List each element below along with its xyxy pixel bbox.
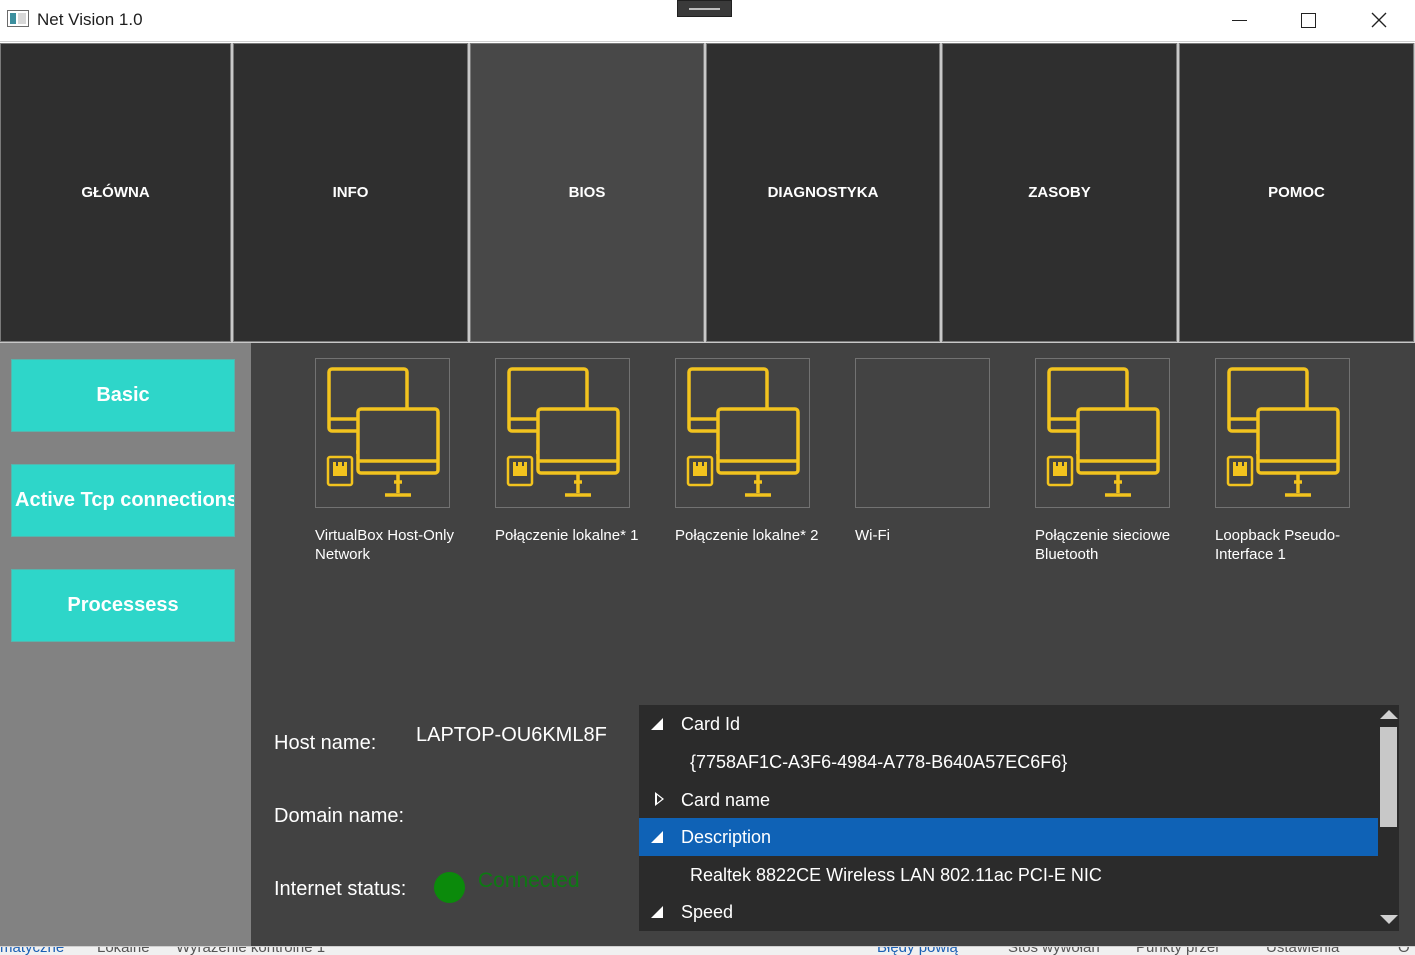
maximize-button[interactable] xyxy=(1273,0,1343,40)
network-adapter-icon xyxy=(675,358,810,508)
host-name-value: LAPTOP-OU6KML8F xyxy=(416,724,607,746)
scroll-down-arrow-icon[interactable] xyxy=(1380,915,1398,924)
domain-name-label: Domain name: xyxy=(274,805,405,827)
maximize-icon xyxy=(1300,12,1316,28)
window-title: Net Vision 1.0 xyxy=(37,10,143,29)
collapse-arrow-icon[interactable] xyxy=(649,904,671,920)
nav-tile-diagnostyka[interactable]: DIAGNOSTYKA xyxy=(706,43,940,342)
adapter-label: Połączenie sieciowe Bluetooth xyxy=(1035,527,1171,563)
bottom-tab[interactable]: Stos wywołań xyxy=(1008,947,1100,955)
tree-node-description[interactable]: Description xyxy=(639,818,1378,856)
sidebar: Basic Active Tcp connections Processess xyxy=(0,343,251,946)
tree-node-card-name[interactable]: Card name xyxy=(639,781,1378,819)
bottom-tab[interactable]: Wyrażenie kontrolne 1 xyxy=(176,947,325,955)
close-icon xyxy=(1371,12,1387,28)
tree-value-description[interactable]: Realtek 8822CE Wireless LAN 802.11ac PCI… xyxy=(639,856,1378,894)
vertical-scrollbar[interactable] xyxy=(1378,705,1399,931)
host-name-label: Host name: xyxy=(274,732,377,754)
tree-value-text: Realtek 8822CE Wireless LAN 802.11ac PCI… xyxy=(690,864,1102,885)
bottom-tab[interactable]: Błędy powią xyxy=(877,947,958,955)
tree-node-card-id[interactable]: Card Id xyxy=(639,705,1378,743)
status-indicator-icon xyxy=(434,872,465,903)
internet-status-value: Connected xyxy=(478,869,580,892)
collapse-arrow-icon[interactable] xyxy=(649,716,671,732)
adapter-card[interactable]: Połączenie lokalne* 1 xyxy=(495,358,655,545)
tree-node-speed[interactable]: Speed xyxy=(639,893,1378,931)
minimize-icon xyxy=(1231,19,1247,21)
bottom-tab[interactable]: Ustawienia xyxy=(1266,947,1339,955)
adapter-card[interactable]: Połączenie lokalne* 2 xyxy=(675,358,835,545)
adapter-card[interactable]: Wi-Fi xyxy=(855,358,1015,545)
nav-tile-bios[interactable]: BIOS xyxy=(470,43,704,342)
adapter-card[interactable]: Loopback Pseudo-Interface 1 xyxy=(1215,358,1375,564)
processes-button[interactable]: Processess xyxy=(11,569,235,642)
adapter-label: Połączenie lokalne* 1 xyxy=(495,527,639,544)
adapter-label: VirtualBox Host-Only Network xyxy=(315,527,454,563)
active-tcp-connections-button[interactable]: Active Tcp connections xyxy=(11,464,235,537)
adapter-card[interactable]: VirtualBox Host-Only Network xyxy=(315,358,475,564)
top-navigation: GŁÓWNA INFO BIOS DIAGNOSTYKA ZASOBY POMO… xyxy=(0,43,1415,343)
network-adapter-icon xyxy=(1215,358,1350,508)
adapter-label: Wi-Fi xyxy=(855,527,890,544)
collapse-arrow-icon[interactable] xyxy=(649,829,671,845)
scrollbar-thumb[interactable] xyxy=(1380,727,1397,827)
bottom-tab[interactable]: Punkty przer xyxy=(1136,947,1220,955)
close-button[interactable] xyxy=(1344,0,1414,40)
adapter-card[interactable]: Połączenie sieciowe Bluetooth xyxy=(1035,358,1195,564)
tree-value-text: {7758AF1C-A3F6-4984-A778-B640A57EC6F6} xyxy=(690,751,1068,772)
tree-node-label: Description xyxy=(681,826,772,847)
app-icon xyxy=(7,10,29,27)
basic-button[interactable]: Basic xyxy=(11,359,235,432)
main-panel: VirtualBox Host-Only Network Połączenie … xyxy=(251,343,1415,946)
adapter-details-tree[interactable]: Card Id {7758AF1C-A3F6-4984-A778-B640A57… xyxy=(639,705,1399,931)
tree-node-label: Card name xyxy=(681,789,771,810)
tree-node-label: Speed xyxy=(681,901,734,922)
network-adapter-icon xyxy=(315,358,450,508)
drag-handle[interactable] xyxy=(677,0,732,17)
internet-status-label: Internet status: xyxy=(274,878,407,900)
title-bar: Net Vision 1.0 xyxy=(0,0,1415,42)
bottom-tab[interactable]: Lokalne xyxy=(97,947,150,955)
tree-node-label: Card Id xyxy=(681,713,741,734)
tree-value-card-id[interactable]: {7758AF1C-A3F6-4984-A778-B640A57EC6F6} xyxy=(639,743,1378,781)
nav-tile-pomoc[interactable]: POMOC xyxy=(1179,43,1414,342)
bottom-tab[interactable]: matyczne xyxy=(0,947,64,955)
nav-tile-info[interactable]: INFO xyxy=(233,43,468,342)
adapter-label: Loopback Pseudo-Interface 1 xyxy=(1215,527,1341,563)
bottom-tab-strip: matyczne Lokalne Wyrażenie kontrolne 1 B… xyxy=(0,946,1415,955)
expand-arrow-icon[interactable] xyxy=(649,792,671,808)
nav-tile-zasoby[interactable]: ZASOBY xyxy=(942,43,1177,342)
nav-tile-glowna[interactable]: GŁÓWNA xyxy=(0,43,231,342)
adapter-icon-placeholder xyxy=(855,358,990,508)
network-adapter-icon xyxy=(1035,358,1170,508)
minimize-button[interactable] xyxy=(1204,0,1274,40)
bottom-tab[interactable]: O xyxy=(1398,947,1410,955)
scroll-up-arrow-icon[interactable] xyxy=(1380,710,1398,719)
network-adapter-icon xyxy=(495,358,630,508)
adapter-label: Połączenie lokalne* 2 xyxy=(675,527,819,544)
